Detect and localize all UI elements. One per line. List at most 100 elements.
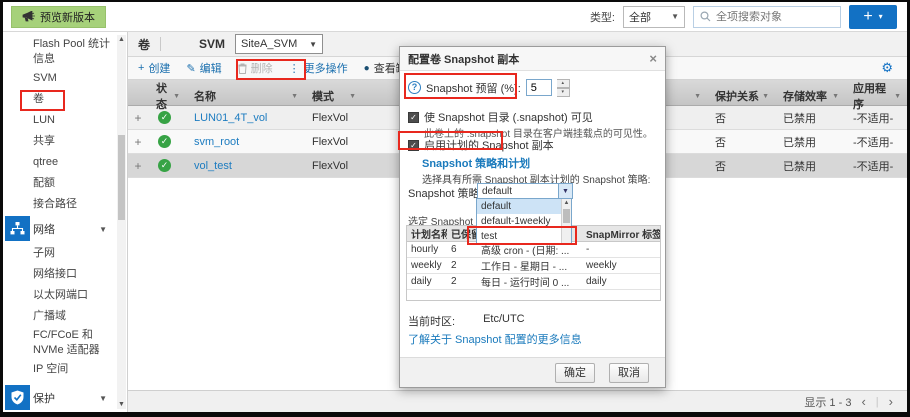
row-expander[interactable]: + <box>128 135 148 149</box>
ok-button[interactable]: 确定 <box>555 363 595 383</box>
plus-icon: + <box>863 9 872 25</box>
filter-icon[interactable]: ▼ <box>694 93 701 100</box>
column-header-style[interactable]: 模式▼ <box>304 88 362 104</box>
kebab-menu-icon: ⋮ <box>289 62 300 75</box>
sidebar-scrollbar[interactable]: ▲ ▼ <box>117 35 126 409</box>
volume-name-link[interactable]: vol_test <box>186 160 304 172</box>
column-header-efficiency[interactable]: 存储效率 ▼ <box>775 88 845 104</box>
app-window: 预览新版本 类型: 全部 ▼ + ▾ Flash Pool 统计信息 SVM 卷… <box>0 0 910 417</box>
preview-new-version-button[interactable]: 预览新版本 <box>11 6 106 28</box>
protection-value: 否 <box>707 110 775 126</box>
search-icon <box>700 11 711 22</box>
schedule-name: daily <box>407 276 447 287</box>
filter-icon[interactable]: ▼ <box>173 93 180 100</box>
global-search <box>693 6 841 28</box>
sidebar-item-network-interfaces[interactable]: 网络接口 <box>3 264 127 285</box>
protection-value: 否 <box>707 158 775 174</box>
column-label: 存储效率 <box>783 88 827 104</box>
sidebar-section-network[interactable]: 网络 ▼ <box>3 217 127 241</box>
row-expander[interactable]: + <box>128 111 148 125</box>
scroll-up-icon[interactable]: ▲ <box>117 35 126 44</box>
edit-button-label: 编辑 <box>200 60 222 76</box>
spinner-up-icon[interactable]: ▴ <box>557 79 570 88</box>
sidebar-item-svm[interactable]: SVM <box>3 68 127 89</box>
sidebar-item-broadcast-domains[interactable]: 广播域 <box>3 306 127 327</box>
filter-icon[interactable]: ▼ <box>762 93 769 100</box>
sidebar-item-qtree[interactable]: qtree <box>3 152 127 173</box>
column-settings-gear-icon[interactable]: ⚙ <box>881 60 893 76</box>
scroll-up-icon[interactable]: ▲ <box>562 199 571 208</box>
sidebar-item-shares[interactable]: 共享 <box>3 131 127 152</box>
dialog-title: 配置卷 Snapshot 副本 <box>408 51 519 67</box>
scrollbar-thumb[interactable] <box>118 135 125 220</box>
dropdown-option-default[interactable]: default <box>477 199 571 214</box>
divider: | <box>876 396 879 408</box>
checkbox-checked-icon[interactable]: ✓ <box>408 112 419 123</box>
type-dropdown-value: 全部 <box>629 9 651 25</box>
snapshot-reserve-label: Snapshot 预留 (%): <box>426 80 521 96</box>
prev-page-icon[interactable]: ‹ <box>861 395 865 409</box>
chevron-down-icon: ▼ <box>671 12 679 21</box>
sidebar-item-quota[interactable]: 配额 <box>3 173 127 194</box>
sidebar-item-fc-fcoe-nvme[interactable]: FC/FCoE 和 NVMe 适配器 <box>3 327 115 359</box>
policy-dropdown-list: default default-1weekly test ▲ <box>476 198 572 245</box>
sidebar-item-volumes[interactable]: 卷 <box>3 89 127 110</box>
row-expander[interactable]: + <box>128 159 148 173</box>
add-button[interactable]: + ▾ <box>849 5 897 29</box>
more-actions-button[interactable]: ⋮ 更多操作 <box>289 60 348 76</box>
next-page-icon[interactable]: › <box>889 395 893 409</box>
policy-dropdown[interactable]: default ▼ <box>477 183 573 199</box>
svm-dropdown[interactable]: SiteA_SVM ▼ <box>235 34 323 54</box>
volume-name-link[interactable]: LUN01_4T_vol <box>186 112 304 124</box>
column-header-status[interactable]: 状态▼ <box>148 80 186 112</box>
snapshot-dir-visible-row: ✓ 使 Snapshot 目录 (.snapshot) 可见 <box>408 109 593 125</box>
spinner-down-icon[interactable]: ▾ <box>557 88 570 97</box>
edit-button[interactable]: ✎ 编辑 <box>186 60 221 76</box>
checkbox-checked-icon[interactable]: ✓ <box>408 140 419 151</box>
filter-icon[interactable]: ▼ <box>291 93 298 100</box>
sidebar: Flash Pool 统计信息 SVM 卷 LUN 共享 qtree 配额 接合… <box>3 32 128 412</box>
filled-circle-icon: ● <box>364 63 370 74</box>
help-icon[interactable]: ? <box>408 81 421 94</box>
schedule-interval: 工作日 - 星期日 - ... <box>477 258 582 273</box>
sidebar-item-junction-path[interactable]: 接合路径 <box>3 194 127 215</box>
column-label: 状态 <box>156 80 173 112</box>
schedule-label: - <box>582 244 660 255</box>
sidebar-item-subnet[interactable]: 子网 <box>3 243 127 264</box>
dropdown-scrollbar[interactable]: ▲ <box>561 199 571 244</box>
sidebar-item-lun[interactable]: LUN <box>3 110 127 131</box>
dropdown-option-test[interactable]: test <box>477 229 571 244</box>
scroll-down-icon[interactable]: ▼ <box>117 400 126 409</box>
volume-name-link[interactable]: svm_root <box>186 136 304 148</box>
plus-icon: + <box>138 62 144 74</box>
filter-icon[interactable]: ▼ <box>894 93 901 100</box>
learn-more-link[interactable]: 了解关于 Snapshot 配置的更多信息 <box>408 331 582 347</box>
delete-button[interactable]: 删除 <box>238 60 273 76</box>
schedule-label: weekly <box>582 260 660 271</box>
create-button[interactable]: + 创建 <box>138 60 170 76</box>
dropdown-option-default-1weekly[interactable]: default-1weekly <box>477 214 571 229</box>
schedule-retained: 6 <box>447 244 477 255</box>
search-input[interactable] <box>716 11 826 23</box>
filter-icon[interactable]: ▼ <box>832 93 839 100</box>
filter-icon[interactable]: ▼ <box>349 93 356 100</box>
cancel-button[interactable]: 取消 <box>609 363 649 383</box>
sidebar-item-ipspaces[interactable]: IP 空间 <box>3 359 127 380</box>
column-header-name[interactable]: 名称▼ <box>186 88 304 104</box>
volume-style: FlexVol <box>304 136 362 148</box>
snapshot-reserve-row: ? Snapshot 预留 (%): ▴▾ <box>408 79 570 96</box>
sidebar-item-ethernet-ports[interactable]: 以太网端口 <box>3 285 127 306</box>
type-dropdown[interactable]: 全部 ▼ <box>623 6 685 28</box>
shield-check-icon <box>5 385 30 410</box>
snapshot-reserve-input[interactable] <box>526 79 552 96</box>
scrollbar-thumb[interactable] <box>563 209 570 223</box>
sidebar-section-protection[interactable]: 保护 ▼ <box>3 386 127 410</box>
network-icon <box>5 216 30 241</box>
close-icon[interactable]: × <box>649 51 657 66</box>
column-header-application[interactable]: 应用程序▼ <box>845 80 907 112</box>
volume-style: FlexVol <box>304 112 362 124</box>
policy-label: Snapshot 策略: <box>408 185 483 201</box>
column-header-protection[interactable]: 保护关系▼ <box>707 88 775 104</box>
policy-section-title: Snapshot 策略和计划 <box>422 155 530 171</box>
sidebar-item-flash-pool[interactable]: Flash Pool 统计信息 <box>3 36 115 68</box>
